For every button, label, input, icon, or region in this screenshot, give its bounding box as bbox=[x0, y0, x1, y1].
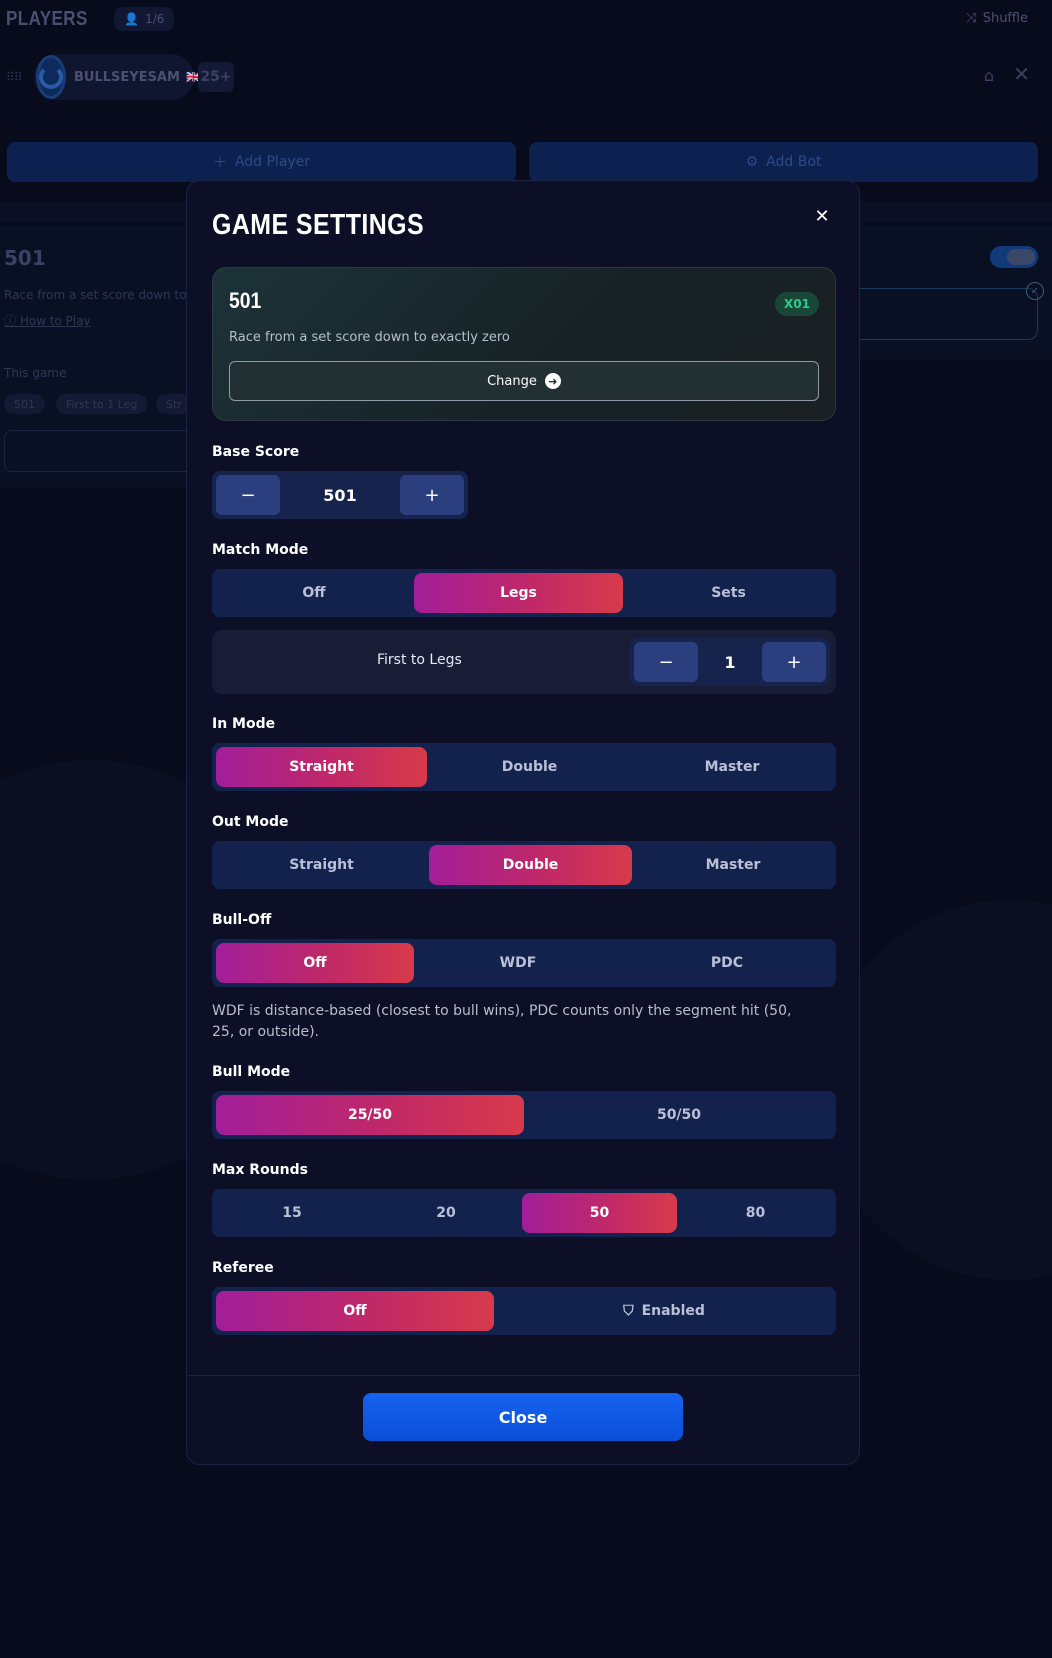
match-mode-selector: Off Legs Sets bbox=[212, 569, 836, 617]
person-icon: 👤 bbox=[124, 12, 140, 26]
toggle-switch[interactable] bbox=[990, 246, 1038, 268]
base-score-stepper: − 501 + bbox=[212, 471, 468, 519]
shuffle-button[interactable]: ⤨ Shuffle bbox=[966, 11, 1028, 26]
game-name: 501 bbox=[229, 288, 262, 313]
options-panel: ✓ bbox=[858, 226, 1052, 360]
drag-handle-icon[interactable]: ⠿⠿ bbox=[6, 70, 23, 84]
how-to-play-label: How to Play bbox=[19, 314, 91, 328]
max-rounds-label: Max Rounds bbox=[212, 1162, 308, 1178]
game-settings-modal: GAME SETTINGS ✕ 501 X01 Race from a set … bbox=[186, 180, 860, 1465]
out-mode-double[interactable]: Double bbox=[429, 845, 632, 885]
bull-off-selector: Off WDF PDC bbox=[212, 939, 836, 987]
arrow-right-icon: ➜ bbox=[544, 373, 561, 389]
bull-off-off[interactable]: Off bbox=[216, 943, 414, 983]
game-description: Race from a set score down to exactly ze… bbox=[229, 330, 510, 345]
max-rounds-20[interactable]: 20 bbox=[370, 1193, 522, 1233]
match-mode-sets[interactable]: Sets bbox=[625, 573, 832, 613]
remove-player-icon[interactable]: ✕ bbox=[1013, 62, 1030, 86]
match-mode-off[interactable]: Off bbox=[216, 573, 412, 613]
bull-mode-selector: 25/50 50/50 bbox=[212, 1091, 836, 1139]
change-label: Change bbox=[487, 373, 537, 389]
add-bot-button[interactable]: ⚙ Add Bot bbox=[529, 142, 1038, 182]
player-count-badge: 👤 1/6 bbox=[114, 7, 175, 31]
referee-selector: Off ⛉ Enabled bbox=[212, 1287, 836, 1335]
player-name: BULLSEYESAM bbox=[74, 69, 180, 85]
decrement-button[interactable]: − bbox=[634, 642, 698, 682]
max-rounds-50[interactable]: 50 bbox=[522, 1193, 677, 1233]
in-mode-label: In Mode bbox=[212, 716, 276, 732]
add-player-button[interactable]: ＋ Add Player bbox=[7, 142, 516, 182]
in-mode-double[interactable]: Double bbox=[429, 747, 630, 787]
close-icon[interactable]: ✕ bbox=[807, 201, 837, 231]
match-mode-label: Match Mode bbox=[212, 542, 309, 558]
check-icon: ✓ bbox=[1026, 282, 1044, 300]
shuffle-label: Shuffle bbox=[982, 11, 1028, 26]
decrement-button[interactable]: − bbox=[216, 475, 280, 515]
game-title: 501 bbox=[4, 246, 46, 270]
first-to-legs-label: First to Legs bbox=[377, 652, 462, 668]
age-badge: 25+ bbox=[198, 62, 234, 92]
footer-divider bbox=[187, 1375, 859, 1376]
referee-off[interactable]: Off bbox=[216, 1291, 494, 1331]
game-summary-panel: 501 Race from a set score down to ⓘ How … bbox=[0, 226, 210, 488]
base-score-value: 501 bbox=[323, 485, 357, 505]
add-player-label: Add Player bbox=[234, 154, 311, 170]
in-mode-straight[interactable]: Straight bbox=[216, 747, 427, 787]
out-mode-selector: Straight Double Master bbox=[212, 841, 836, 889]
top-bar: PLAYERS 👤 1/6 ⤨ Shuffle bbox=[0, 0, 1052, 38]
bull-off-label: Bull-Off bbox=[212, 912, 272, 928]
home-icon[interactable]: ⌂ bbox=[984, 66, 994, 85]
plus-icon: ＋ bbox=[212, 155, 227, 171]
page-title: PLAYERS bbox=[6, 7, 88, 30]
out-mode-straight[interactable]: Straight bbox=[216, 845, 427, 885]
match-mode-legs[interactable]: Legs bbox=[414, 573, 623, 613]
max-rounds-selector: 15 20 50 80 bbox=[212, 1189, 836, 1237]
bull-mode-50-50[interactable]: 50/50 bbox=[526, 1095, 832, 1135]
bull-mode-25-50[interactable]: 25/50 bbox=[216, 1095, 524, 1135]
out-mode-master[interactable]: Master bbox=[634, 845, 832, 885]
increment-button[interactable]: + bbox=[762, 642, 826, 682]
change-game-button[interactable]: Change ➜ bbox=[229, 361, 819, 401]
first-to-legs-row: First to Legs − 1 + bbox=[212, 630, 836, 694]
start-game-box[interactable] bbox=[4, 430, 204, 472]
game-description: Race from a set score down to bbox=[4, 288, 187, 302]
referee-enabled[interactable]: ⛉ Enabled bbox=[496, 1291, 832, 1331]
how-to-play-link[interactable]: ⓘ How to Play bbox=[4, 312, 91, 329]
max-rounds-15[interactable]: 15 bbox=[216, 1193, 368, 1233]
close-button[interactable]: Close bbox=[363, 1393, 683, 1441]
game-type-badge: X01 bbox=[775, 292, 819, 316]
player-row: ⠿⠿ BULLSEYESAM 🇬🇧 25+ ⌂ ✕ bbox=[0, 52, 1052, 102]
increment-button[interactable]: + bbox=[400, 475, 464, 515]
in-mode-master[interactable]: Master bbox=[632, 747, 832, 787]
add-bot-label: Add Bot bbox=[766, 154, 822, 170]
power-icon bbox=[39, 65, 63, 89]
bull-mode-label: Bull Mode bbox=[212, 1064, 291, 1080]
referee-label: Referee bbox=[212, 1260, 274, 1276]
player-pill[interactable]: BULLSEYESAM 🇬🇧 bbox=[34, 54, 201, 100]
game-card: 501 X01 Race from a set score down to ex… bbox=[212, 267, 836, 421]
option-box[interactable] bbox=[858, 288, 1038, 340]
referee-enabled-label: Enabled bbox=[641, 1303, 705, 1319]
game-chip: 501 bbox=[4, 394, 45, 414]
game-chip: First to 1 Leg bbox=[56, 394, 148, 414]
this-game-label: This game bbox=[4, 366, 67, 380]
out-mode-label: Out Mode bbox=[212, 814, 289, 830]
player-count: 1/6 bbox=[145, 12, 165, 26]
modal-title: GAME SETTINGS bbox=[212, 209, 425, 241]
max-rounds-80[interactable]: 80 bbox=[679, 1193, 832, 1233]
base-score-label: Base Score bbox=[212, 444, 300, 460]
toggle-knob bbox=[1007, 249, 1035, 265]
bull-off-wdf[interactable]: WDF bbox=[416, 943, 620, 983]
first-to-legs-value: 1 bbox=[724, 652, 736, 672]
in-mode-selector: Straight Double Master bbox=[212, 743, 836, 791]
shield-icon: ⛉ bbox=[623, 1303, 634, 1319]
bull-off-pdc[interactable]: PDC bbox=[622, 943, 832, 983]
bot-icon: ⚙ bbox=[745, 154, 759, 170]
first-to-legs-stepper: − 1 + bbox=[630, 638, 830, 686]
avatar bbox=[36, 55, 66, 99]
shuffle-icon: ⤨ bbox=[966, 11, 977, 26]
bull-off-note: WDF is distance-based (closest to bull w… bbox=[212, 1003, 792, 1040]
